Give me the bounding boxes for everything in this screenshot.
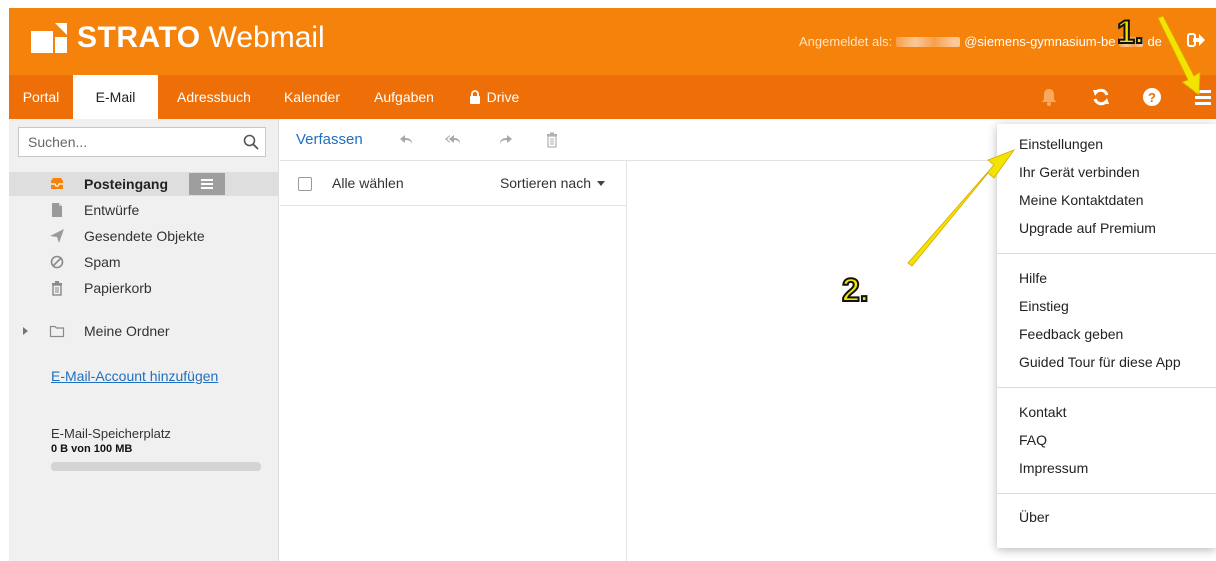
storage-progress-bar — [51, 462, 261, 471]
menu-item-guided-tour[interactable]: Guided Tour für diese App — [1019, 354, 1181, 370]
folder-sent[interactable]: Gesendete Objekte — [9, 224, 279, 248]
tab-tasks[interactable]: Aufgaben — [365, 75, 443, 119]
forward-icon[interactable] — [497, 131, 515, 149]
list-icon — [201, 179, 213, 189]
tab-portal-label: Portal — [22, 89, 60, 105]
chevron-down-icon — [597, 180, 605, 186]
folder-drafts[interactable]: Entwürfe — [9, 198, 279, 222]
sent-icon — [50, 229, 64, 243]
inbox-icon — [51, 178, 63, 189]
menu-item-connect-device[interactable]: Ihr Gerät verbinden — [1019, 164, 1140, 180]
menu-item-upgrade-premium[interactable]: Upgrade auf Premium — [1019, 220, 1156, 236]
sort-by-dropdown[interactable]: Sortieren nach — [500, 175, 605, 191]
compose-button[interactable]: Verfassen — [296, 131, 363, 148]
tab-tasks-label: Aufgaben — [374, 89, 434, 105]
strato-logo: STRATO Webmail — [31, 21, 325, 55]
menu-item-contact[interactable]: Kontakt — [1019, 404, 1066, 420]
annotation-step-2: 2. — [841, 271, 870, 309]
folder-label: Entwürfe — [84, 202, 140, 218]
menu-item-contact-details[interactable]: Meine Kontaktdaten — [1019, 192, 1144, 208]
folder-label: Gesendete Objekte — [84, 228, 205, 244]
tab-addressbook-label: Adressbuch — [177, 89, 251, 105]
login-email-suffix: de — [1147, 34, 1162, 49]
spam-icon — [50, 255, 64, 269]
redacted-username — [896, 36, 961, 47]
tab-drive-label: Drive — [486, 89, 520, 105]
message-list: Alle wählen Sortieren nach — [280, 161, 627, 561]
menu-item-imprint[interactable]: Impressum — [1019, 460, 1088, 476]
select-all-checkbox[interactable] — [298, 177, 312, 191]
folder-menu-button[interactable] — [189, 173, 225, 195]
select-all-label[interactable]: Alle wählen — [332, 175, 404, 191]
folder-my-folders[interactable]: Meine Ordner — [9, 319, 279, 343]
tab-email[interactable]: E-Mail — [73, 75, 158, 119]
delete-icon[interactable] — [543, 131, 561, 149]
tab-addressbook[interactable]: Adressbuch — [163, 75, 265, 119]
hamburger-menu-icon[interactable] — [1193, 87, 1213, 107]
my-folders-label: Meine Ordner — [84, 323, 170, 339]
menu-item-getting-started[interactable]: Einstieg — [1019, 298, 1069, 314]
folder-spam[interactable]: Spam — [9, 250, 279, 274]
tab-email-label: E-Mail — [95, 89, 136, 105]
folder-label: Spam — [84, 254, 121, 270]
strato-logo-icon — [31, 23, 67, 53]
storage-value: 0 B von 100 MB — [51, 443, 133, 455]
add-email-account-link[interactable]: E-Mail-Account hinzufügen — [51, 368, 218, 384]
folder-inbox[interactable]: Posteingang — [9, 172, 279, 196]
reply-all-icon[interactable] — [444, 131, 462, 149]
product-name: Webmail — [208, 21, 325, 54]
tab-calendar-label: Kalender — [283, 89, 341, 105]
settings-dropdown-menu: Einstellungen Ihr Gerät verbinden Meine … — [997, 124, 1216, 548]
main-navigation: Portal E-Mail Adressbuch Kalender Aufgab… — [9, 75, 1216, 119]
login-prefix: Angemeldet als: — [799, 34, 893, 49]
menu-divider — [997, 253, 1216, 254]
menu-item-faq[interactable]: FAQ — [1019, 432, 1047, 448]
annotation-step-1: 1. — [1116, 13, 1145, 51]
menu-divider — [997, 387, 1216, 388]
strato-webmail-app: STRATO Webmail Angemeldet als: @siemens-… — [0, 0, 1216, 561]
logout-icon[interactable] — [1186, 30, 1206, 50]
folder-label: Posteingang — [84, 176, 169, 192]
folder-label: Papierkorb — [84, 280, 152, 296]
trash-icon — [52, 281, 62, 296]
menu-item-settings[interactable]: Einstellungen — [1019, 136, 1103, 152]
tab-portal[interactable]: Portal — [9, 75, 73, 119]
tab-drive[interactable]: Drive — [459, 75, 529, 119]
draft-icon — [52, 203, 62, 217]
sort-by-label: Sortieren nach — [499, 175, 591, 191]
search-input[interactable] — [19, 128, 239, 156]
search-icon[interactable] — [243, 134, 259, 150]
lock-icon — [469, 90, 480, 104]
folder-icon — [49, 325, 65, 338]
folder-sidebar: Posteingang Entwürfe Gesendete Objekte — [9, 119, 279, 561]
menu-item-about[interactable]: Über — [1019, 509, 1049, 525]
bell-icon[interactable] — [1039, 87, 1059, 107]
login-info: Angemeldet als: @siemens-gymnasium-be de — [799, 34, 1162, 49]
menu-item-help[interactable]: Hilfe — [1019, 270, 1047, 286]
svg-text:?: ? — [1148, 90, 1156, 105]
help-icon[interactable]: ? — [1142, 87, 1162, 107]
brand-name: STRATO — [77, 21, 201, 54]
top-header: STRATO Webmail Angemeldet als: @siemens-… — [9, 8, 1216, 75]
reply-icon[interactable] — [397, 131, 415, 149]
tab-calendar[interactable]: Kalender — [275, 75, 349, 119]
refresh-icon[interactable] — [1091, 87, 1111, 107]
menu-item-feedback[interactable]: Feedback geben — [1019, 326, 1123, 342]
storage-label: E-Mail-Speicherplatz — [51, 426, 171, 441]
folder-trash[interactable]: Papierkorb — [9, 276, 279, 300]
expand-arrow-icon[interactable] — [23, 327, 28, 335]
message-list-header: Alle wählen Sortieren nach — [280, 161, 627, 206]
search-box — [18, 127, 266, 157]
menu-divider — [997, 493, 1216, 494]
login-email: @siemens-gymnasium-be — [964, 34, 1116, 49]
